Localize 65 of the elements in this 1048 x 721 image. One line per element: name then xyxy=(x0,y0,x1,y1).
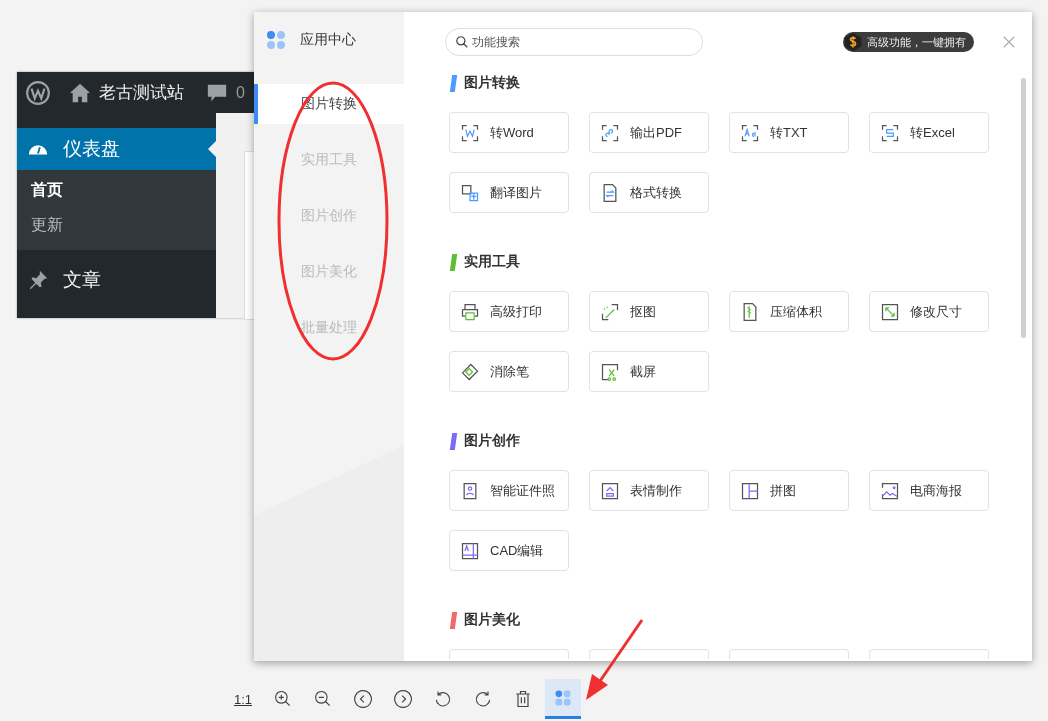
close-icon[interactable] xyxy=(1002,35,1016,49)
tool-button[interactable]: CAD编辑 xyxy=(449,530,569,571)
section-title: 图片美化 xyxy=(464,611,520,629)
tool-button[interactable]: 转TXT xyxy=(729,112,849,153)
collage-icon xyxy=(740,480,760,501)
w-letter-icon xyxy=(460,122,480,143)
apps-button[interactable] xyxy=(545,679,581,719)
zoom-in-icon xyxy=(273,689,293,709)
image-icon xyxy=(880,480,900,501)
scissors-icon xyxy=(600,361,620,382)
tool-tile[interactable] xyxy=(589,649,709,659)
actual-size-button[interactable]: 1:1 xyxy=(225,679,261,719)
previous-icon xyxy=(353,689,373,709)
link-icon xyxy=(600,122,620,143)
home-icon xyxy=(69,81,91,104)
tool-button[interactable]: 智能证件照 xyxy=(449,470,569,511)
tool-button[interactable]: 压缩体积 xyxy=(729,291,849,332)
apps-icon xyxy=(266,30,286,50)
submenu-item[interactable]: 首页 xyxy=(31,180,202,201)
tool-button[interactable]: 截屏 xyxy=(589,351,709,392)
tool-tile[interactable] xyxy=(729,649,849,659)
search-field[interactable]: 功能搜索 xyxy=(445,28,703,56)
magic-wand-icon xyxy=(600,301,620,322)
section-title: 图片转换 xyxy=(464,74,520,92)
panel-title: 应用中心 xyxy=(300,31,356,49)
tool-tile[interactable] xyxy=(449,649,569,659)
tool-button[interactable]: 转Word xyxy=(449,112,569,153)
letters-icon xyxy=(740,122,760,143)
trash-icon xyxy=(513,689,533,709)
sidebar-menu-item[interactable]: 文章 xyxy=(17,250,216,310)
scrollbar[interactable] xyxy=(1021,78,1026,338)
tool-button[interactable]: 高级打印 xyxy=(449,291,569,332)
submenu-item[interactable]: 更新 xyxy=(31,215,202,236)
tool-button[interactable]: 电商海报 xyxy=(869,470,989,511)
tool-button[interactable]: 消除笔 xyxy=(449,351,569,392)
pin-icon xyxy=(27,269,49,291)
rotate-left-icon xyxy=(433,689,453,709)
tool-tile[interactable] xyxy=(869,649,989,659)
tool-button[interactable]: 抠图 xyxy=(589,291,709,332)
translate-icon xyxy=(460,182,480,203)
tool-button[interactable]: 翻译图片 xyxy=(449,172,569,213)
tool-button[interactable]: 输出PDF xyxy=(589,112,709,153)
rotate-right-icon xyxy=(473,689,493,709)
printer-icon xyxy=(460,301,480,322)
wordpress-logo-icon xyxy=(25,79,51,106)
tool-button[interactable]: 转Excel xyxy=(869,112,989,153)
zoom-out-icon xyxy=(313,689,333,709)
section-title: 实用工具 xyxy=(464,253,520,271)
tool-button[interactable]: 拼图 xyxy=(729,470,849,511)
cad-icon xyxy=(460,540,480,561)
tool-button[interactable]: 格式转换 xyxy=(589,172,709,213)
eraser-icon xyxy=(460,361,480,382)
section-title: 图片创作 xyxy=(464,432,520,450)
search-icon xyxy=(455,35,469,49)
site-name[interactable]: 老古测试站 xyxy=(99,81,184,104)
emoji-icon xyxy=(600,480,620,501)
sidebar-menu-item[interactable]: 仪表盘 xyxy=(17,128,216,170)
resize-icon xyxy=(880,301,900,322)
tool-button[interactable]: 表情制作 xyxy=(589,470,709,511)
next-icon xyxy=(393,689,413,709)
premium-badge[interactable]: 高级功能，一键拥有 xyxy=(843,32,974,52)
s-letter-icon xyxy=(880,122,900,143)
comment-count: 0 xyxy=(236,83,245,102)
tool-button[interactable]: 修改尺寸 xyxy=(869,291,989,332)
menu-pointer-icon xyxy=(208,141,216,157)
